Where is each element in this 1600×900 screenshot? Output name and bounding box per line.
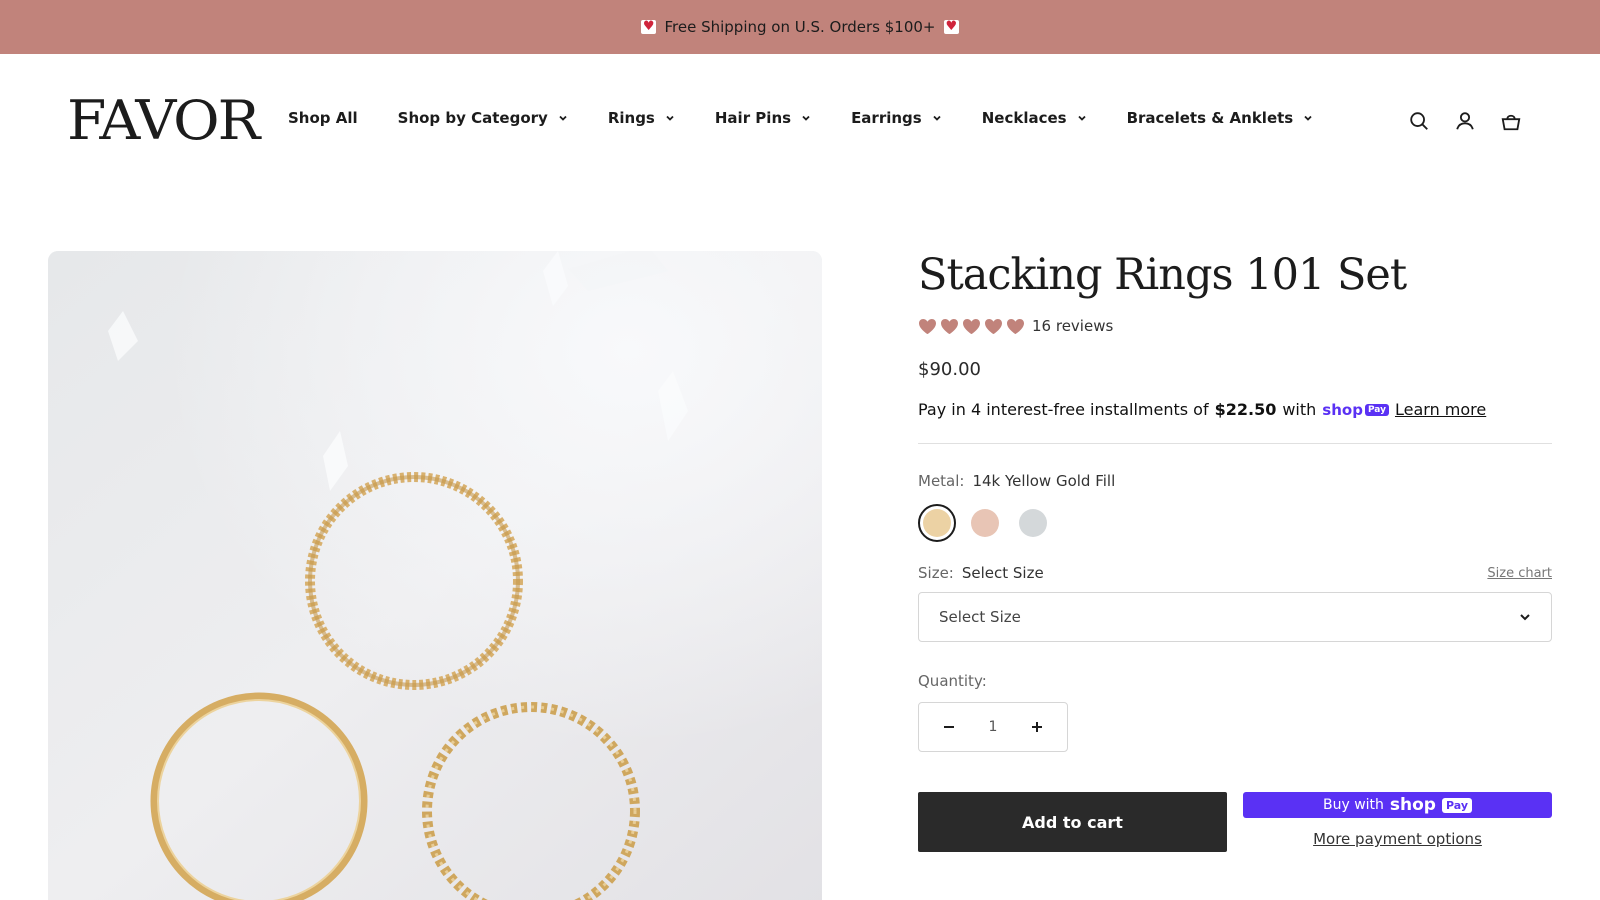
metal-value: 14k Yellow Gold Fill <box>972 472 1116 490</box>
search-icon[interactable] <box>1408 110 1430 132</box>
more-payment-options-link[interactable]: More payment options <box>1313 830 1482 848</box>
nav-item-rings[interactable]: Rings <box>608 109 675 127</box>
rings-photo <box>48 251 822 900</box>
nav-item-label: Earrings <box>851 109 922 127</box>
nav-item-label: Shop All <box>288 109 358 127</box>
shop-pay-badge: Pay <box>1364 403 1389 416</box>
announcement-bar: ♥ Free Shipping on U.S. Orders $100+ ♥ <box>0 0 1600 54</box>
installments-suffix: with <box>1282 400 1317 419</box>
size-select[interactable]: Select Size <box>918 592 1552 642</box>
chevron-down-icon <box>1520 614 1530 621</box>
chevron-down-icon <box>933 115 941 121</box>
divider <box>918 443 1552 444</box>
heart-icon <box>1007 318 1024 334</box>
shop-pay-brand: shop <box>1322 400 1363 419</box>
plus-icon[interactable] <box>1029 719 1045 735</box>
size-value: Select Size <box>961 564 1044 582</box>
shop-pay-logo: shop Pay <box>1322 401 1389 419</box>
chevron-down-icon <box>559 115 567 121</box>
heart-icon <box>941 318 958 334</box>
nav-item-hair-pins[interactable]: Hair Pins <box>715 109 811 127</box>
swatch-color <box>1019 509 1047 537</box>
header-icons <box>1408 110 1522 132</box>
metal-label: Metal: <box>918 472 965 490</box>
heart-icon <box>963 318 980 334</box>
nav-item-label: Hair Pins <box>714 109 792 127</box>
size-label: Size: <box>918 564 954 582</box>
nav-item-label: Bracelets & Anklets <box>1126 109 1294 127</box>
cart-icon[interactable] <box>1500 110 1522 132</box>
size-option-row: Size: Select Size Size chart <box>918 564 1552 582</box>
account-icon[interactable] <box>1454 110 1476 132</box>
heart-icon <box>985 318 1002 334</box>
chevron-down-icon <box>1304 115 1312 121</box>
product-title: Stacking Rings 101 Set <box>918 250 1407 300</box>
chevron-down-icon <box>666 115 674 121</box>
size-chart-link[interactable]: Size chart <box>1487 566 1552 581</box>
heart-letter-icon: ♥ <box>640 19 657 34</box>
announcement-text: Free Shipping on U.S. Orders $100+ <box>664 18 936 36</box>
nav-item-label: Necklaces <box>981 109 1067 127</box>
rating-hearts <box>918 318 1025 335</box>
nav-item-bracelets-anklets[interactable]: Bracelets & Anklets <box>1127 109 1314 127</box>
review-count[interactable]: 16 reviews <box>1032 317 1113 335</box>
size-option-label: Size: Select Size <box>918 564 1044 582</box>
chevron-down-icon <box>802 115 810 121</box>
chevron-down-icon <box>1077 115 1086 121</box>
nav-item-shop-all[interactable]: Shop All <box>288 109 358 127</box>
main-nav: Shop All Shop by Category Rings Hair Pins Ea… <box>288 109 1313 127</box>
swatch-color <box>923 509 951 537</box>
nav-item-necklaces[interactable]: Necklaces <box>982 109 1087 127</box>
quantity-input[interactable]: 1 <box>989 719 998 735</box>
heart-letter-icon: ♥ <box>943 19 960 34</box>
nav-item-label: Shop by Category <box>397 109 548 127</box>
buy-with-label: Buy with <box>1322 797 1384 813</box>
product-info: Stacking Rings 101 Set 16 reviews $90.00… <box>918 245 1552 852</box>
shop-pay-brand: shop <box>1389 795 1436 815</box>
heart-icon <box>919 318 936 334</box>
swatch-silver[interactable] <box>1014 504 1052 542</box>
buy-with-shop-pay-button[interactable]: Buy with shop Pay <box>1243 792 1552 818</box>
swatch-color <box>971 509 999 537</box>
installments-message: Pay in 4 interest-free installments of $… <box>918 400 1552 419</box>
minus-icon[interactable] <box>941 719 957 735</box>
installment-amount: $22.50 <box>1214 400 1277 419</box>
metal-option-label: Metal: 14k Yellow Gold Fill <box>918 472 1552 490</box>
product-image[interactable] <box>48 251 822 900</box>
quantity-stepper: 1 <box>918 702 1068 752</box>
metal-swatches <box>918 504 1552 542</box>
nav-item-label: Rings <box>607 109 655 127</box>
logo[interactable]: FAVOR <box>67 94 260 148</box>
size-select-value: Select Size <box>939 608 1021 626</box>
rating[interactable]: 16 reviews <box>918 317 1552 335</box>
shop-pay-badge: Pay <box>1441 797 1473 813</box>
learn-more-link[interactable]: Learn more <box>1395 400 1486 419</box>
swatch-yellow-gold[interactable] <box>918 504 956 542</box>
site-header: FAVOR Shop All Shop by Category Rings Hair … <box>0 54 1600 188</box>
installments-prefix: Pay in 4 interest-free installments of <box>918 400 1209 419</box>
add-to-cart-button[interactable]: Add to cart <box>918 792 1227 852</box>
swatch-rose-gold[interactable] <box>966 504 1004 542</box>
quantity-label: Quantity: <box>918 672 987 690</box>
nav-item-earrings[interactable]: Earrings <box>851 109 942 127</box>
product-price: $90.00 <box>918 359 981 380</box>
express-checkout: Buy with shop Pay More payment options <box>1243 792 1552 852</box>
buy-buttons: Add to cart Buy with shop Pay More payme… <box>918 792 1552 852</box>
nav-item-shop-by-category[interactable]: Shop by Category <box>398 109 568 127</box>
